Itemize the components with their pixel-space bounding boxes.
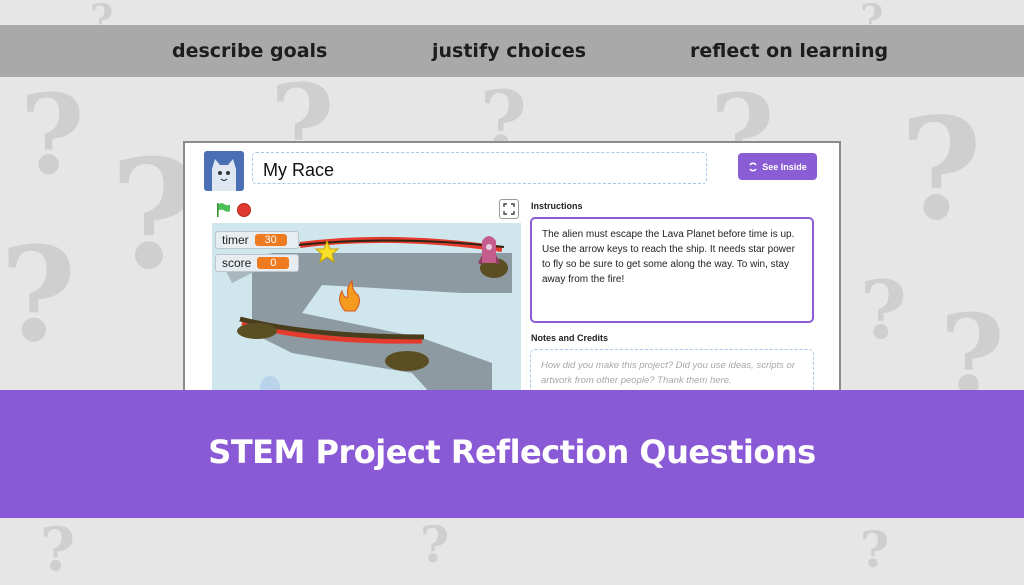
stage-controls [215,202,251,218]
question-mark-icon: ? [860,520,890,579]
see-inside-icon [749,162,757,171]
top-bar-item-describe-goals: describe goals [172,40,328,62]
stop-icon[interactable] [237,203,251,217]
top-bar: describe goals justify choices reflect o… [0,25,1024,77]
project-page: My Race See Inside timer 30 score 0 Inst… [183,141,841,393]
timer-label: timer [222,233,249,247]
question-mark-icon: ? [420,515,450,574]
project-stage[interactable]: timer 30 score 0 [212,223,521,391]
timer-value: 30 [254,234,287,246]
banner-title: STEM Project Reflection Questions [208,433,816,471]
instructions-field[interactable]: The alien must escape the Lava Planet be… [530,217,814,323]
see-inside-button[interactable]: See Inside [738,153,817,180]
score-monitor: score 0 [215,254,299,272]
score-label: score [222,256,252,270]
project-title-field[interactable]: My Race [252,152,707,184]
fullscreen-icon [503,203,515,215]
question-mark-icon: ? [40,515,76,585]
green-flag-icon[interactable] [215,202,231,218]
notes-field[interactable]: How did you make this project? Did you u… [530,349,814,391]
fullscreen-button[interactable] [499,199,519,219]
score-value: 0 [257,257,290,269]
top-bar-item-justify-choices: justify choices [432,40,587,62]
cat-avatar-icon[interactable] [204,151,244,191]
see-inside-label: See Inside [762,161,807,172]
top-bar-item-reflect-on-learning: reflect on learning [690,40,889,62]
timer-monitor: timer 30 [215,231,299,249]
question-mark-icon: ? [0,218,77,371]
title-banner: STEM Project Reflection Questions [0,390,1024,518]
instructions-heading: Instructions [531,201,583,211]
question-mark-icon: ? [20,70,85,199]
question-mark-icon: ? [900,88,983,252]
notes-heading: Notes and Credits [531,333,609,343]
question-mark-icon: ? [860,263,907,357]
